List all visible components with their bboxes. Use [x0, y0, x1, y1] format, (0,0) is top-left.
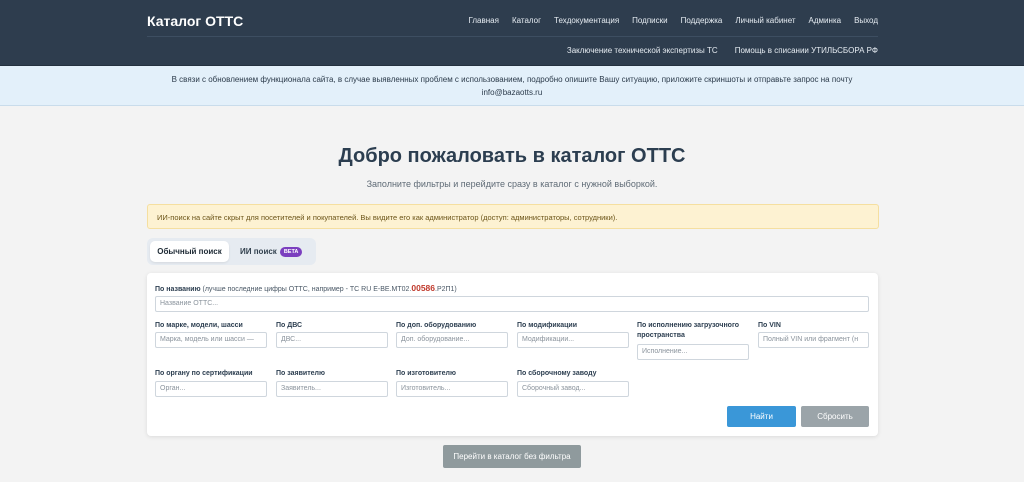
- brand-logo[interactable]: Каталог ОТТС: [147, 13, 243, 29]
- notice-text: В связи с обновлением функционала сайта,…: [171, 75, 853, 84]
- cert-body-input[interactable]: Орган...: [155, 381, 267, 397]
- modification-filter-label: По модификации: [517, 322, 578, 329]
- secondary-menu: Заключение технической экспертизы ТС Пом…: [567, 46, 878, 55]
- manufacturer-input[interactable]: Изготовитель...: [396, 381, 508, 397]
- tab-ai-search-label: ИИ поиск: [240, 247, 277, 256]
- nav-support[interactable]: Поддержка: [681, 16, 723, 25]
- nav-home[interactable]: Главная: [469, 16, 499, 25]
- applicant-filter-label: По заявителю: [276, 370, 325, 377]
- name-filter-hint: (лучше последние цифры ОТТС, например - …: [202, 283, 457, 293]
- filter-card: По названию (лучше последние цифры ОТТС,…: [147, 273, 878, 436]
- main-menu: Главная Каталог Техдокументация Подписки…: [469, 16, 879, 25]
- plant-input[interactable]: Сборочный завод...: [517, 381, 629, 397]
- cert-body-filter-label: По органу по сертификации: [155, 370, 253, 377]
- equipment-input[interactable]: Доп. оборудование...: [396, 332, 508, 348]
- top-navbar: Каталог ОТТС Главная Каталог Техдокумент…: [0, 0, 1024, 66]
- plant-filter-label: По сборочному заводу: [517, 370, 597, 377]
- vin-filter-label: По VIN: [758, 322, 781, 329]
- nav-catalog[interactable]: Каталог: [512, 16, 541, 25]
- reset-button[interactable]: Сбросить: [801, 406, 869, 427]
- manufacturer-filter-label: По изготовителю: [396, 370, 456, 377]
- engine-input[interactable]: ДВС...: [276, 332, 388, 348]
- applicant-input[interactable]: Заявитель...: [276, 381, 388, 397]
- navbar-divider: [147, 36, 878, 37]
- hint-prefix: (лучше последние цифры ОТТС, например - …: [202, 286, 412, 293]
- name-filter-label: По названию (лучше последние цифры ОТТС,…: [155, 283, 457, 295]
- nav-logout[interactable]: Выход: [854, 16, 878, 25]
- brand-filter-label: По марке, модели, шасси: [155, 322, 243, 329]
- hint-suffix: .Р2П1): [435, 286, 457, 293]
- vin-input[interactable]: Полный VIN или фрагмент (н: [758, 332, 869, 348]
- nav-admin[interactable]: Админка: [809, 16, 842, 25]
- name-input[interactable]: Название ОТТС...: [155, 296, 869, 312]
- cargo-filter-label: По исполнению загрузочного пространства: [637, 322, 740, 339]
- nav-tech-expertise[interactable]: Заключение технической экспертизы ТС: [567, 46, 718, 55]
- catalog-no-filter-button[interactable]: Перейти в каталог без фильтра: [443, 445, 581, 468]
- equipment-filter-label: По доп. оборудованию: [396, 322, 477, 329]
- modification-input[interactable]: Модификации...: [517, 332, 629, 348]
- find-button[interactable]: Найти: [727, 406, 796, 427]
- beta-badge: BETA: [279, 247, 303, 257]
- name-filter-title: По названию: [155, 286, 201, 293]
- page-title: Добро пожаловать в каталог ОТТС: [338, 145, 686, 167]
- tab-normal-search[interactable]: Обычный поиск: [150, 241, 229, 262]
- brand-input[interactable]: Марка, модель или шасси —: [155, 332, 267, 348]
- search-mode-tabs: Обычный поиск ИИ поиск BETA: [147, 238, 316, 265]
- nav-account[interactable]: Личный кабинет: [735, 16, 795, 25]
- engine-filter-label: По ДВС: [276, 322, 303, 329]
- notice-email[interactable]: info@bazaotts.ru: [0, 86, 1024, 99]
- nav-subscriptions[interactable]: Подписки: [632, 16, 667, 25]
- page-subtitle: Заполните фильтры и перейдите сразу в ка…: [366, 179, 658, 189]
- nav-recycling-fee-help[interactable]: Помощь в списании УТИЛЬСБОРА РФ: [735, 46, 878, 55]
- tab-ai-search[interactable]: ИИ поиск BETA: [240, 241, 303, 262]
- nav-techdocs[interactable]: Техдокументация: [554, 16, 619, 25]
- admin-warning-alert: ИИ-поиск на сайте скрыт для посетителей …: [147, 204, 879, 229]
- info-notice-banner: В связи с обновлением функционала сайта,…: [0, 66, 1024, 106]
- cargo-input[interactable]: Исполнение...: [637, 344, 749, 360]
- hint-highlight: 00586: [411, 283, 435, 293]
